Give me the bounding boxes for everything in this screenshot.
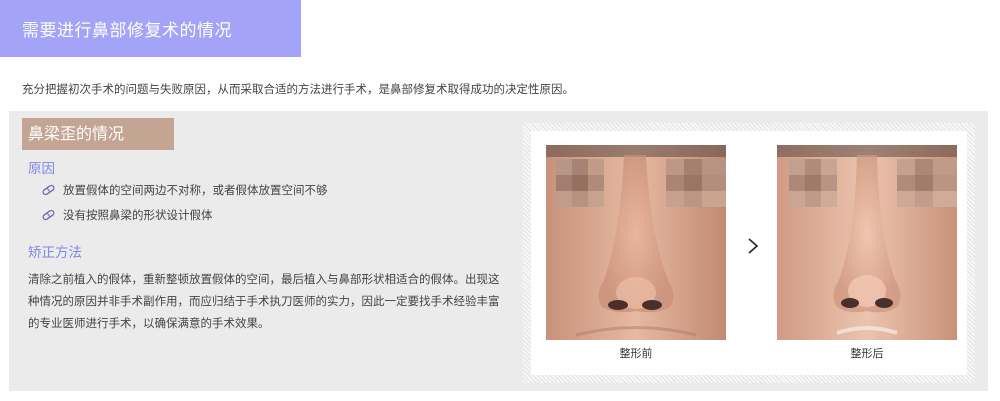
section-title: 鼻梁歪的情况 [22,118,174,150]
after-photo [777,145,957,340]
list-item: 没有按照鼻梁的形状设计假体 [39,206,328,231]
cause-text: 放置假体的空间两边不对称，或者假体放置空间不够 [63,183,328,197]
list-item: 放置假体的空间两边不对称，或者假体放置空间不够 [39,181,328,206]
page-title: 需要进行鼻部修复术的情况 [22,21,232,41]
cause-list: 放置假体的空间两边不对称，或者假体放置空间不够 没有按照鼻梁的形状设计假体 [39,181,328,231]
pill-icon [42,209,55,221]
fix-description: 清除之前植入的假体，重新整顿放置假体的空间，最后植入与鼻部形状相适合的假体。出现… [28,272,500,330]
photo-frame: 整形前 整形后 [523,123,975,383]
header-bar: 需要进行鼻部修复术的情况 [0,0,301,57]
intro-text: 充分把握初次手术的问题与失败原因，从而采取合适的方法进行手术，是鼻部修复术取得成… [22,82,574,96]
chevron-right-icon [748,238,759,254]
pill-icon [42,184,55,196]
after-caption: 整形后 [850,347,884,360]
photo-inner: 整形前 整形后 [531,131,967,375]
content-panel: 鼻梁歪的情况 原因 放置假体的空间两边不对称，或者假体放置空间不够 没有按照鼻梁… [9,111,988,391]
before-photo [546,145,726,340]
before-caption: 整形前 [619,347,653,360]
cause-text: 没有按照鼻梁的形状设计假体 [63,208,213,222]
fix-heading: 矫正方法 [28,245,82,261]
cause-heading: 原因 [28,161,55,177]
